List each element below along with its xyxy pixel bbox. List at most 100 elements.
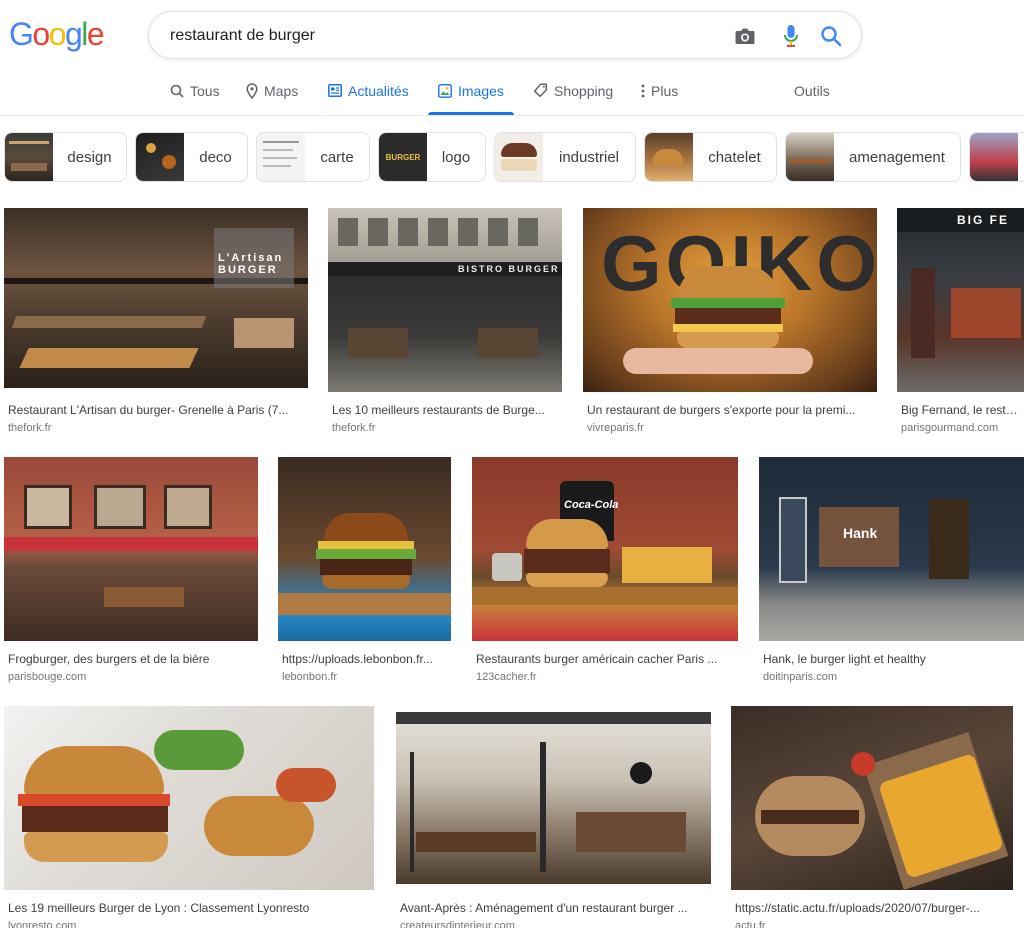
- result-title[interactable]: Avant-Après : Aménagement d'un restauran…: [400, 900, 709, 916]
- chip-thumbnail: [495, 133, 543, 181]
- result-title[interactable]: Restaurants burger américain cacher Pari…: [476, 651, 736, 667]
- image-result[interactable]: BISTRO BURGER Les 10 meilleurs restauran…: [328, 208, 562, 438]
- result-source[interactable]: actu.fr: [735, 919, 766, 928]
- tab-outils[interactable]: Outils: [794, 70, 830, 115]
- chip-thumbnail: BURGER: [379, 133, 427, 181]
- search-icon[interactable]: [819, 24, 843, 48]
- result-image[interactable]: L'Artisan BURGER: [4, 208, 308, 388]
- result-image[interactable]: [731, 706, 1013, 890]
- result-source[interactable]: vivreparis.fr: [587, 421, 644, 435]
- result-title[interactable]: Hank, le burger light et healthy: [763, 651, 1022, 667]
- chip-logo[interactable]: BURGER logo: [378, 132, 486, 182]
- logo-letter: G: [9, 16, 34, 52]
- result-image[interactable]: [278, 457, 451, 641]
- result-source[interactable]: lebonbon.fr: [282, 670, 337, 684]
- logo-letter: o: [32, 16, 50, 52]
- image-text: Hank: [843, 525, 878, 541]
- tab-actualites[interactable]: Actualités: [328, 70, 409, 115]
- result-source[interactable]: thefork.fr: [332, 421, 375, 435]
- image-result[interactable]: Frogburger, des burgers et de la bière p…: [4, 457, 258, 687]
- result-title[interactable]: Restaurant L'Artisan du burger- Grenelle…: [8, 402, 306, 418]
- result-image[interactable]: [4, 457, 258, 641]
- tab-label: Tous: [190, 82, 220, 99]
- camera-icon[interactable]: [733, 24, 757, 48]
- chip-thumbnail: [786, 133, 834, 181]
- result-title[interactable]: https://uploads.lebonbon.fr...: [282, 651, 449, 667]
- chip-thumbnail: [5, 133, 53, 181]
- chip-label: deco: [199, 148, 232, 166]
- more-vert-icon: [641, 84, 645, 98]
- tab-images[interactable]: Images: [428, 70, 514, 115]
- image-result[interactable]: Hank Hank, le burger light et healthy do…: [759, 457, 1024, 687]
- chip-more[interactable]: [969, 132, 1024, 182]
- microphone-icon[interactable]: [779, 24, 803, 48]
- tab-label: Actualités: [348, 82, 409, 99]
- result-source[interactable]: lyonresto.com: [8, 919, 76, 928]
- chip-chatelet[interactable]: chatelet: [644, 132, 777, 182]
- result-image[interactable]: BISTRO BURGER: [328, 208, 562, 392]
- related-chips: design deco carte BURGER logo industriel: [4, 132, 1024, 182]
- chip-design[interactable]: design: [4, 132, 127, 182]
- result-title[interactable]: Les 19 meilleurs Burger de Lyon : Classe…: [8, 900, 372, 916]
- chip-thumbnail: [970, 133, 1018, 181]
- result-title[interactable]: Frogburger, des burgers et de la bière: [8, 651, 256, 667]
- result-source[interactable]: doitinparis.com: [763, 670, 837, 684]
- image-result[interactable]: Avant-Après : Aménagement d'un restauran…: [396, 712, 711, 928]
- image-result[interactable]: L'Artisan BURGER Restaurant L'Artisan du…: [4, 208, 308, 438]
- image-text: L'Artisan BURGER: [218, 252, 284, 276]
- image-result[interactable]: https://uploads.lebonbon.fr... lebonbon.…: [278, 457, 451, 687]
- tab-label: Images: [458, 82, 504, 99]
- chip-thumbnail: [136, 133, 184, 181]
- tab-shopping[interactable]: Shopping: [533, 70, 613, 115]
- google-logo[interactable]: Google: [9, 16, 105, 52]
- image-text: BISTRO BURGER: [458, 264, 560, 274]
- result-image[interactable]: Coca-Cola: [472, 457, 738, 641]
- news-icon: [328, 84, 342, 97]
- result-title[interactable]: Les 10 meilleurs restaurants de Burge...: [332, 402, 560, 418]
- logo-letter: e: [86, 16, 105, 52]
- tab-maps[interactable]: Maps: [246, 70, 298, 115]
- result-title[interactable]: https://static.actu.fr/uploads/2020/07/b…: [735, 900, 1011, 916]
- result-image[interactable]: Hank: [759, 457, 1024, 641]
- map-pin-icon: [246, 82, 258, 99]
- result-title[interactable]: Un restaurant de burgers s'exporte pour …: [587, 402, 875, 418]
- result-image[interactable]: [4, 706, 374, 890]
- tab-label: Maps: [264, 82, 299, 99]
- result-source[interactable]: createursdinterieur.com: [400, 919, 515, 928]
- chip-thumbnail: [257, 133, 305, 181]
- search-icon: [170, 84, 184, 98]
- result-image[interactable]: BIG FE: [897, 208, 1024, 392]
- chip-thumb-text: BURGER: [385, 152, 421, 162]
- search-input[interactable]: [170, 25, 710, 47]
- image-result[interactable]: GOIKO Un restaurant de burgers s'exporte…: [583, 208, 877, 438]
- result-title[interactable]: Big Fernand, le restau...: [901, 402, 1024, 418]
- chip-label: chatelet: [708, 148, 761, 166]
- chip-label: industriel: [558, 148, 620, 166]
- chip-deco[interactable]: deco: [135, 132, 248, 182]
- chip-label: logo: [441, 148, 471, 166]
- chip-carte[interactable]: carte: [256, 132, 370, 182]
- tab-label: Plus: [651, 82, 679, 99]
- chip-label: amenagement: [849, 148, 945, 166]
- result-source[interactable]: 123cacher.fr: [476, 670, 537, 684]
- tab-tous[interactable]: Tous: [170, 70, 220, 115]
- image-text: Coca-Cola: [564, 499, 619, 511]
- result-source[interactable]: parisgourmand.com: [901, 421, 998, 435]
- result-image[interactable]: [396, 712, 711, 884]
- result-source[interactable]: thefork.fr: [8, 421, 51, 435]
- chip-label: carte: [320, 148, 354, 166]
- tab-plus[interactable]: Plus: [641, 70, 678, 115]
- logo-letter: g: [64, 16, 83, 52]
- tab-label: Outils: [794, 82, 830, 99]
- result-image[interactable]: GOIKO: [583, 208, 877, 392]
- image-result[interactable]: Coca-Cola Restaurants burger américain c…: [472, 457, 738, 687]
- chip-industriel[interactable]: industriel: [494, 132, 636, 182]
- image-text: BIG FE: [957, 213, 1010, 227]
- image-result[interactable]: https://static.actu.fr/uploads/2020/07/b…: [731, 706, 1013, 928]
- chip-amenagement[interactable]: amenagement: [785, 132, 961, 182]
- image-result[interactable]: Les 19 meilleurs Burger de Lyon : Classe…: [4, 706, 374, 928]
- image-icon: [438, 83, 452, 98]
- result-source[interactable]: parisbouge.com: [8, 670, 86, 684]
- image-result[interactable]: BIG FE Big Fernand, le restau... parisgo…: [897, 208, 1024, 438]
- tag-icon: [533, 83, 548, 98]
